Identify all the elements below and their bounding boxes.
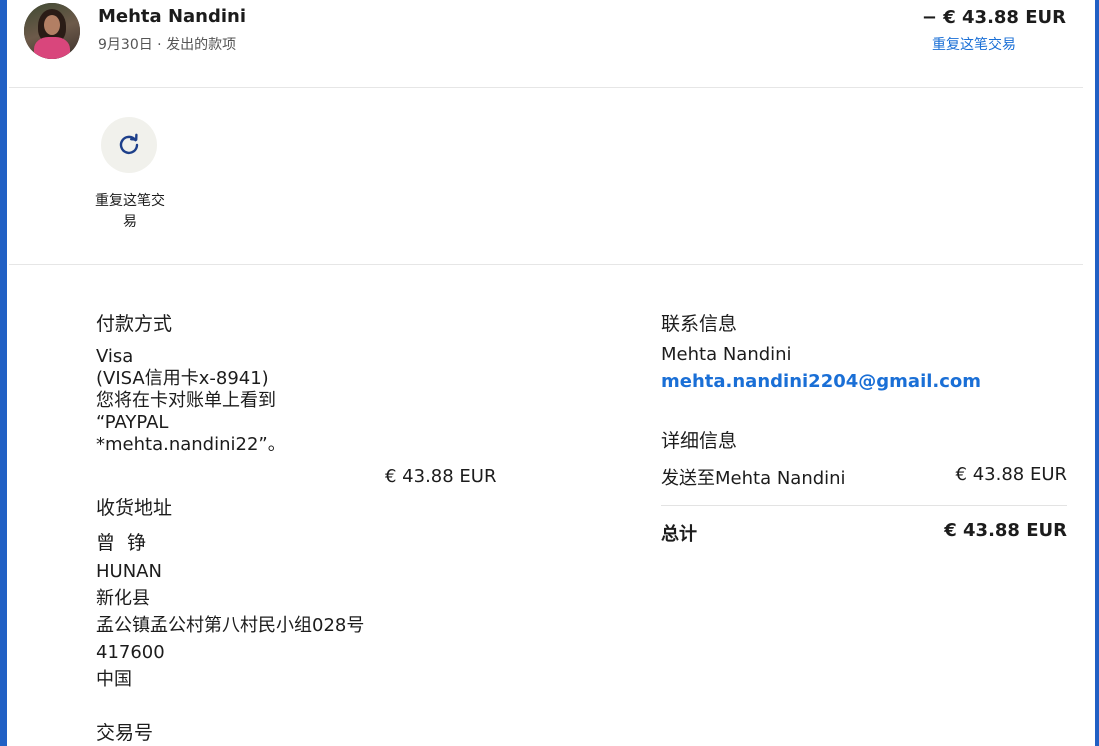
transaction-amount: − € 43.88 EUR xyxy=(921,7,1066,28)
details-title: 详细信息 xyxy=(661,430,738,452)
avatar-face xyxy=(44,15,60,35)
sent-to-row: 发送至Mehta Nandini € 43.88 EUR xyxy=(661,464,1067,489)
payment-line: *mehta.nandini22”。 xyxy=(96,434,286,455)
payment-line: Visa xyxy=(96,346,134,367)
avatar-shirt xyxy=(34,37,70,59)
refresh-icon xyxy=(119,133,139,154)
payment-line: 您将在卡对账单上看到 xyxy=(96,390,276,411)
repeat-label-line1: 重复这笔交 xyxy=(95,193,165,209)
avatar xyxy=(24,3,80,59)
sent-to-amount: € 43.88 EUR xyxy=(955,464,1067,485)
details-divider xyxy=(661,505,1067,506)
transaction-detail-panel: Mehta Nandini 9月30日 · 发出的款项 − € 43.88 EU… xyxy=(9,0,1083,746)
transaction-header: Mehta Nandini 9月30日 · 发出的款项 − € 43.88 EU… xyxy=(9,0,1083,88)
repeat-label-line2: 易 xyxy=(123,214,137,230)
payment-method-title: 付款方式 xyxy=(96,313,173,335)
payment-line: “PAYPAL xyxy=(96,412,169,433)
payment-amount: € 43.88 EUR xyxy=(385,466,497,487)
repeat-transaction-link[interactable]: 重复这笔交易 xyxy=(932,34,1016,54)
transaction-date-type: 9月30日 · 发出的款项 xyxy=(98,37,237,53)
address-line: 417600 xyxy=(96,642,165,663)
sent-to-label: 发送至Mehta Nandini xyxy=(661,468,846,489)
address-line: 孟公镇孟公村第八村民小组028号 xyxy=(96,615,365,636)
total-amount: € 43.88 EUR xyxy=(944,520,1067,541)
total-row: 总计 € 43.88 EUR xyxy=(661,520,1067,545)
address-line: 中国 xyxy=(96,669,132,690)
contact-name: Mehta Nandini xyxy=(661,344,792,365)
counterparty-name: Mehta Nandini xyxy=(98,6,247,27)
shipping-address-title: 收货地址 xyxy=(96,497,173,519)
transaction-id-title: 交易号 xyxy=(96,722,154,744)
address-line: 新化县 xyxy=(96,588,150,609)
payment-line: (VISA信用卡x-8941) xyxy=(96,368,269,389)
shipping-recipient-name: 曾 铮 xyxy=(96,532,150,554)
total-label: 总计 xyxy=(661,524,697,545)
repeat-transaction-label: 重复这笔交 易 xyxy=(87,191,173,233)
actions-section: 重复这笔交 易 xyxy=(9,88,1083,265)
shipping-address-lines: HUNAN 新化县 孟公镇孟公村第八村民小组028号 417600 中国 xyxy=(96,558,364,693)
payment-method-details: Visa (VISA信用卡x-8941) 您将在卡对账单上看到 “PAYPAL … xyxy=(96,346,286,456)
contact-email-link[interactable]: mehta.nandini2204@gmail.com xyxy=(661,371,981,392)
repeat-transaction-button[interactable] xyxy=(101,117,157,173)
contact-info-title: 联系信息 xyxy=(661,313,738,335)
address-line: HUNAN xyxy=(96,561,162,582)
